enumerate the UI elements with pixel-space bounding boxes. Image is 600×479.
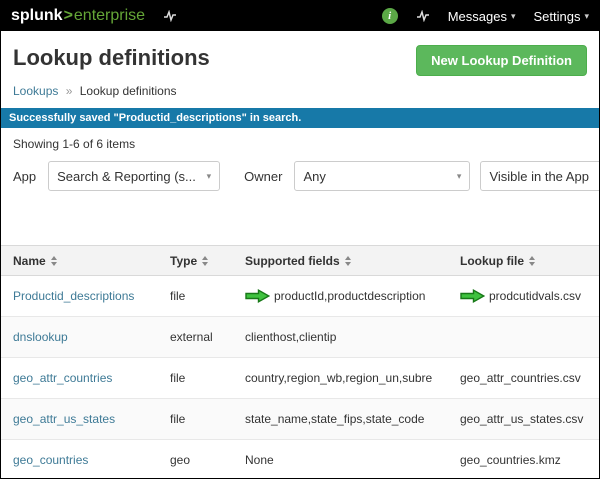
messages-label: Messages — [448, 9, 507, 24]
page-title: Lookup definitions — [13, 45, 210, 71]
cell-lookup-file: geo_countries.kmz — [454, 440, 599, 479]
cell-lookup-file: geo_attr_us_states.csv — [454, 399, 599, 440]
column-header-label: Type — [170, 254, 197, 268]
supported-fields-text: productId,productdescription — [274, 289, 425, 303]
app-filter-dropdown[interactable]: Search & Reporting (s... ▾ — [48, 161, 220, 191]
sort-icon — [529, 256, 535, 266]
table-row: geo_attr_us_states file state_name,state_f… — [1, 399, 599, 440]
sort-icon — [345, 256, 351, 266]
info-icon[interactable]: i — [382, 8, 398, 24]
cell-supported-fields: country,region_wb,region_un,subre — [239, 358, 454, 399]
column-header-name[interactable]: Name — [1, 246, 164, 276]
cell-type: file — [164, 276, 239, 317]
lookup-name-link[interactable]: geo_attr_us_states — [13, 412, 115, 426]
app-window: splunk > enterprise i Messages ▾ Setting… — [0, 0, 600, 479]
sort-icon — [51, 256, 57, 266]
cell-supported-fields: productId,productdescription — [239, 276, 454, 317]
supported-fields-text: None — [245, 453, 274, 467]
lookup-name-link[interactable]: geo_attr_countries — [13, 371, 112, 385]
table-row: Productid_descriptions file productId,prod… — [1, 276, 599, 317]
supported-fields-text: clienthost,clientip — [245, 330, 336, 344]
cell-supported-fields: clienthost,clientip — [239, 317, 454, 358]
items-count-text: Showing 1-6 of 6 items — [1, 128, 599, 159]
green-arrow-icon — [245, 289, 270, 303]
cell-name: dnslookup — [1, 317, 164, 358]
green-arrow-icon — [460, 289, 485, 303]
column-header-label: Lookup file — [460, 254, 524, 268]
table-row: geo_countries geo None geo_countries.kmz — [1, 440, 599, 479]
cell-type: external — [164, 317, 239, 358]
activity-icon[interactable] — [163, 10, 177, 22]
table-header-row: Name Type Supported fields Lookup file — [1, 246, 599, 276]
lookup-file-text: geo_attr_countries.csv — [460, 371, 581, 385]
column-header-label: Supported fields — [245, 254, 340, 268]
cell-type: geo — [164, 440, 239, 479]
lookup-definitions-table: Name Type Supported fields Lookup file Prod… — [1, 245, 599, 479]
settings-label: Settings — [533, 9, 580, 24]
new-lookup-definition-button[interactable]: New Lookup Definition — [416, 45, 587, 76]
table-row: dnslookup external clienthost,clientip — [1, 317, 599, 358]
supported-fields-text: state_name,state_fips,state_code — [245, 412, 424, 426]
owner-filter-value: Any — [303, 169, 325, 184]
logo-text-splunk: splunk — [11, 7, 63, 25]
column-header-type[interactable]: Type — [164, 246, 239, 276]
top-bar: splunk > enterprise i Messages ▾ Setting… — [1, 1, 599, 31]
lookup-file-text: geo_attr_us_states.csv — [460, 412, 583, 426]
cell-lookup-file: geo_attr_countries.csv — [454, 358, 599, 399]
lookup-name-link[interactable]: dnslookup — [13, 330, 68, 344]
column-header-lookup-file[interactable]: Lookup file — [454, 246, 599, 276]
cell-name: geo_countries — [1, 440, 164, 479]
lookup-name-link[interactable]: geo_countries — [13, 453, 88, 467]
visibility-filter-value: Visible in the App — [489, 169, 589, 184]
chevron-down-icon: ▾ — [584, 11, 589, 22]
visibility-filter-dropdown[interactable]: Visible in the App ▾ — [480, 161, 600, 191]
settings-menu[interactable]: Settings ▾ — [533, 9, 589, 24]
owner-filter-label: Owner — [244, 169, 282, 184]
column-header-label: Name — [13, 254, 46, 268]
logo-text-enterprise: enterprise — [74, 7, 145, 25]
cell-supported-fields: None — [239, 440, 454, 479]
app-filter-label: App — [13, 169, 36, 184]
chevron-down-icon: ▾ — [511, 11, 516, 22]
lookup-table-body: Productid_descriptionsfileproductId,prod… — [1, 276, 599, 479]
cell-lookup-file: prodcutidvals.csv — [454, 276, 599, 317]
messages-menu[interactable]: Messages ▾ — [448, 9, 516, 24]
breadcrumb: Lookups » Lookup definitions — [1, 76, 599, 108]
lookup-file-text: prodcutidvals.csv — [489, 289, 581, 303]
cell-name: geo_attr_countries — [1, 358, 164, 399]
filter-bar: App Search & Reporting (s... ▾ Owner Any… — [1, 159, 599, 193]
cell-name: geo_attr_us_states — [1, 399, 164, 440]
breadcrumb-lookups-link[interactable]: Lookups — [13, 84, 58, 98]
owner-filter-dropdown[interactable]: Any ▾ — [294, 161, 470, 191]
splunk-logo[interactable]: splunk > enterprise — [11, 7, 145, 25]
breadcrumb-current: Lookup definitions — [80, 84, 177, 98]
chevron-down-icon: ▾ — [207, 171, 212, 182]
lookup-name-link[interactable]: Productid_descriptions — [13, 289, 134, 303]
column-header-supported-fields[interactable]: Supported fields — [239, 246, 454, 276]
breadcrumb-separator: » — [66, 84, 73, 98]
cell-name: Productid_descriptions — [1, 276, 164, 317]
activity-icon[interactable] — [416, 10, 430, 22]
cell-supported-fields: state_name,state_fips,state_code — [239, 399, 454, 440]
chevron-down-icon: ▾ — [457, 171, 462, 182]
sort-icon — [202, 256, 208, 266]
logo-gt: > — [64, 7, 73, 25]
app-filter-value: Search & Reporting (s... — [57, 169, 196, 184]
supported-fields-text: country,region_wb,region_un,subre — [245, 371, 432, 385]
cell-lookup-file — [454, 317, 599, 358]
success-banner: Successfully saved "Productid_descriptio… — [1, 108, 599, 128]
lookup-file-text: geo_countries.kmz — [460, 453, 561, 467]
table-row: geo_attr_countries file country,region_wb,… — [1, 358, 599, 399]
cell-type: file — [164, 399, 239, 440]
cell-type: file — [164, 358, 239, 399]
